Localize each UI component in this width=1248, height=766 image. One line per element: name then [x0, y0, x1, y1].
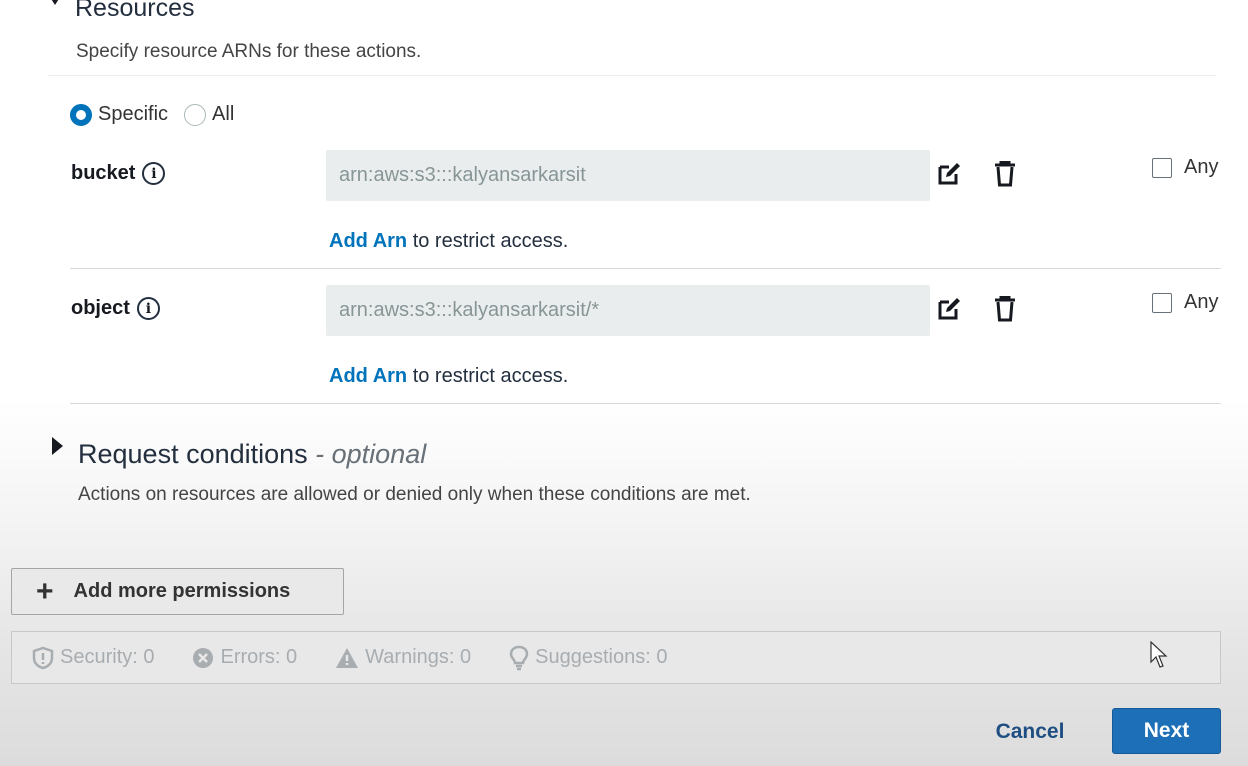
divider: [70, 268, 1221, 269]
info-icon[interactable]: i: [142, 162, 166, 185]
radio-all-label[interactable]: All: [212, 103, 234, 126]
resources-description: Specify resource ARNs for these actions.: [76, 41, 422, 62]
bucket-any-label[interactable]: Any: [1184, 156, 1218, 179]
bucket-add-arn-text: Add Arn to restrict access.: [329, 230, 568, 253]
object-add-arn-link[interactable]: Add Arn: [329, 365, 407, 387]
trash-icon[interactable]: [991, 160, 1019, 188]
next-button[interactable]: Next: [1112, 708, 1221, 754]
warnings-status[interactable]: Warnings: 0: [335, 646, 471, 669]
resources-title[interactable]: Resources: [75, 0, 195, 23]
object-label: object: [71, 297, 130, 319]
object-any-label[interactable]: Any: [1184, 291, 1218, 314]
divider: [70, 403, 1221, 404]
lightbulb-icon: [509, 645, 529, 670]
plus-icon: +: [36, 574, 54, 608]
radio-specific[interactable]: [70, 103, 92, 126]
edit-icon[interactable]: [935, 295, 963, 323]
radio-all[interactable]: [184, 103, 207, 126]
cursor-icon: [1150, 641, 1168, 668]
suggestions-count: Suggestions: 0: [535, 646, 668, 668]
object-any-option[interactable]: Any: [1152, 291, 1218, 314]
shield-icon: [32, 646, 54, 669]
add-more-permissions-button[interactable]: + Add more permissions: [11, 568, 344, 615]
errors-count: Errors: 0: [220, 646, 298, 668]
object-add-arn-text: Add Arn to restrict access.: [329, 365, 568, 388]
policy-validation-status-bar: Security: 0 Errors: 0 Warnings: 0 Sugges…: [11, 631, 1221, 684]
security-count: Security: 0: [60, 646, 155, 668]
warnings-count: Warnings: 0: [365, 646, 472, 668]
trash-icon[interactable]: [991, 295, 1019, 323]
resources-collapse-caret-icon[interactable]: [48, 0, 62, 5]
object-add-arn-suffix: to restrict access.: [407, 365, 569, 387]
cancel-button[interactable]: Cancel: [985, 712, 1075, 752]
object-row-label: object i: [71, 297, 160, 320]
bucket-any-checkbox[interactable]: [1152, 157, 1172, 178]
errors-status[interactable]: Errors: 0: [192, 646, 297, 669]
object-any-checkbox[interactable]: [1152, 292, 1172, 313]
security-status[interactable]: Security: 0: [32, 646, 154, 670]
add-more-permissions-label: Add more permissions: [73, 580, 291, 602]
error-icon: [193, 647, 214, 668]
request-conditions-expand-caret-icon[interactable]: [52, 437, 63, 455]
bucket-row-label: bucket i: [71, 162, 166, 185]
radio-specific-label[interactable]: Specific: [98, 103, 168, 126]
divider: [48, 75, 1216, 76]
edit-icon[interactable]: [935, 160, 963, 188]
bucket-any-option[interactable]: Any: [1152, 156, 1218, 179]
request-conditions-description: Actions on resources are allowed or deni…: [78, 484, 751, 505]
request-conditions-optional: - optional: [307, 439, 427, 469]
warning-icon: [336, 647, 359, 668]
request-conditions-title[interactable]: Request conditions - optional: [78, 439, 426, 470]
suggestions-status[interactable]: Suggestions: 0: [509, 645, 667, 671]
resource-scope-radio-group: Specific All: [70, 103, 250, 126]
bucket-add-arn-suffix: to restrict access.: [407, 230, 569, 252]
request-conditions-title-text[interactable]: Request conditions: [78, 439, 308, 469]
object-arn-field[interactable]: arn:aws:s3:::kalyansarkarsit/*: [326, 285, 930, 336]
bucket-label: bucket: [71, 162, 136, 184]
info-icon[interactable]: i: [136, 297, 160, 320]
bucket-arn-field[interactable]: arn:aws:s3:::kalyansarkarsit: [326, 150, 930, 201]
bucket-add-arn-link[interactable]: Add Arn: [329, 230, 407, 252]
